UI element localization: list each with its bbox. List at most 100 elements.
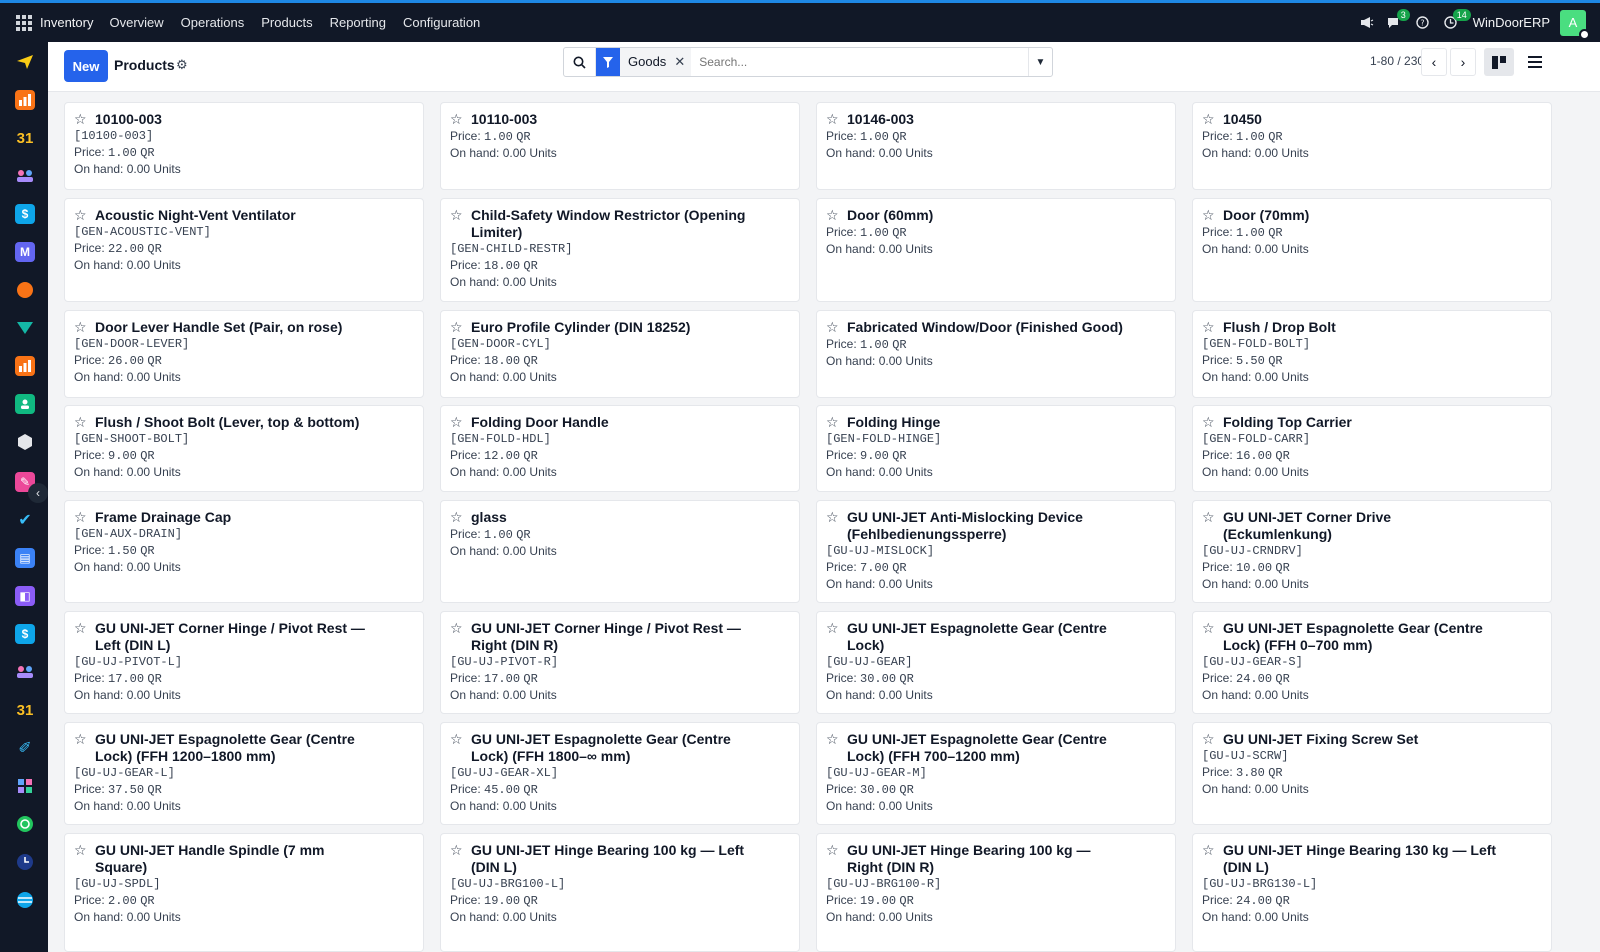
pager-next-icon[interactable]: ›: [1450, 48, 1476, 76]
star-icon[interactable]: ☆: [74, 414, 95, 431]
calendar-2-icon[interactable]: 31: [15, 700, 35, 720]
knowledge-icon[interactable]: ▤: [15, 548, 35, 568]
product-card[interactable]: ☆ Folding Top Carrier [GEN-FOLD-CARR] Price…: [1192, 405, 1552, 492]
star-icon[interactable]: ☆: [74, 731, 95, 748]
menu-operations[interactable]: Operations: [181, 15, 245, 30]
star-icon[interactable]: ☆: [74, 842, 95, 859]
star-icon[interactable]: ☆: [826, 509, 847, 526]
star-icon[interactable]: ☆: [1202, 842, 1223, 859]
sidebar-collapse-icon[interactable]: ‹: [28, 483, 48, 503]
search-options-chevron-down-icon[interactable]: ▼: [1028, 48, 1052, 76]
product-card[interactable]: ☆ glass Price: 1.00 QR On hand: 0.00 Units: [440, 500, 800, 603]
star-icon[interactable]: ☆: [74, 319, 95, 336]
star-icon[interactable]: ☆: [826, 842, 847, 859]
star-icon[interactable]: ☆: [826, 620, 847, 637]
product-card[interactable]: ☆ Child-Safety Window Restrictor (Opening…: [440, 198, 800, 302]
star-icon[interactable]: ☆: [1202, 319, 1223, 336]
star-icon[interactable]: ☆: [74, 207, 95, 224]
website-icon[interactable]: [15, 890, 35, 910]
list-view-icon[interactable]: [1520, 48, 1550, 76]
company-switcher[interactable]: WinDoorERP: [1473, 15, 1550, 30]
discuss-icon[interactable]: [15, 280, 35, 300]
product-card[interactable]: ☆ GU UNI-JET Espagnolette Gear (Centre Lo…: [1192, 611, 1552, 714]
search-icon[interactable]: [564, 48, 596, 76]
menu-configuration[interactable]: Configuration: [403, 15, 480, 30]
inventory-app-icon[interactable]: [15, 432, 35, 452]
star-icon[interactable]: ☆: [450, 509, 471, 526]
clock-icon[interactable]: 14: [1437, 3, 1471, 42]
product-card[interactable]: ☆ Folding Door Handle [GEN-FOLD-HDL] Price:…: [440, 405, 800, 492]
star-icon[interactable]: ☆: [450, 111, 471, 128]
star-icon[interactable]: ☆: [74, 620, 95, 637]
help-icon[interactable]: ?: [1409, 3, 1437, 42]
contacts-icon[interactable]: [15, 394, 35, 414]
menu-products[interactable]: Products: [261, 15, 312, 30]
employees-icon[interactable]: [15, 662, 35, 682]
star-icon[interactable]: ☆: [450, 731, 471, 748]
chat-icon[interactable]: 3: [1381, 3, 1410, 42]
star-icon[interactable]: ☆: [450, 207, 471, 224]
user-avatar[interactable]: A: [1560, 9, 1590, 40]
product-card[interactable]: ☆ GU UNI-JET Hinge Bearing 100 kg — Right…: [816, 833, 1176, 952]
pager-value[interactable]: 1-80 / 230: [1370, 54, 1424, 68]
send-icon[interactable]: [15, 52, 35, 72]
product-card[interactable]: ☆ 10100-003 [10100-003] Price: 1.00 QR On ha…: [64, 102, 424, 190]
product-card[interactable]: ☆ 10146-003 Price: 1.00 QR On hand: 0.00 Un…: [816, 102, 1176, 190]
gear-icon[interactable]: ⚙: [176, 57, 188, 73]
product-card[interactable]: ☆ 10450 Price: 1.00 QR On hand: 0.00 Units: [1192, 102, 1552, 190]
product-card[interactable]: ☆ GU UNI-JET Corner Hinge / Pivot Rest — …: [64, 611, 424, 714]
star-icon[interactable]: ☆: [1202, 111, 1223, 128]
star-icon[interactable]: ☆: [826, 111, 847, 128]
product-card[interactable]: ☆ Acoustic Night-Vent Ventilator [GEN-ACOU…: [64, 198, 424, 302]
product-card[interactable]: ☆ Fabricated Window/Door (Finished Good) P…: [816, 310, 1176, 398]
star-icon[interactable]: ☆: [450, 414, 471, 431]
product-card[interactable]: ☆ GU UNI-JET Hinge Bearing 100 kg — Left …: [440, 833, 800, 952]
new-button[interactable]: New: [64, 50, 108, 82]
product-card[interactable]: ☆ Door (60mm) Price: 1.00 QR On hand: 0.00 …: [816, 198, 1176, 302]
star-icon[interactable]: ☆: [1202, 509, 1223, 526]
kanban-view-icon[interactable]: [1484, 48, 1514, 76]
product-card[interactable]: ☆ GU UNI-JET Fixing Screw Set [GU-UJ-SCRW]…: [1192, 722, 1552, 825]
product-card[interactable]: ☆ Frame Drainage Cap [GEN-AUX-DRAIN] Price:…: [64, 500, 424, 603]
product-card[interactable]: ☆ Door Lever Handle Set (Pair, on rose) [G…: [64, 310, 424, 398]
product-card[interactable]: ☆ GU UNI-JET Corner Hinge / Pivot Rest — …: [440, 611, 800, 714]
star-icon[interactable]: ☆: [1202, 620, 1223, 637]
sign-icon[interactable]: ✐: [15, 738, 35, 758]
product-card[interactable]: ☆ GU UNI-JET Anti-Mislocking Device (Fehl…: [816, 500, 1176, 603]
product-card[interactable]: ☆ Flush / Drop Bolt [GEN-FOLD-BOLT] Price: …: [1192, 310, 1552, 398]
star-icon[interactable]: ☆: [1202, 207, 1223, 224]
search-input[interactable]: [691, 55, 1028, 69]
star-icon[interactable]: ☆: [826, 207, 847, 224]
accounting-icon[interactable]: $: [15, 624, 35, 644]
product-card[interactable]: ☆ GU UNI-JET Espagnolette Gear (Centre Lo…: [816, 722, 1176, 825]
timer-icon[interactable]: [15, 852, 35, 872]
product-card[interactable]: ☆ GU UNI-JET Espagnolette Gear (Centre Lo…: [64, 722, 424, 825]
product-card[interactable]: ☆ GU UNI-JET Handle Spindle (7 mm Square)…: [64, 833, 424, 952]
remove-facet-icon[interactable]: ✕: [674, 48, 692, 76]
star-icon[interactable]: ☆: [1202, 731, 1223, 748]
product-card[interactable]: ☆ Flush / Shoot Bolt (Lever, top & bottom…: [64, 405, 424, 492]
product-card[interactable]: ☆ Door (70mm) Price: 1.00 QR On hand: 0.00 …: [1192, 198, 1552, 302]
whatsapp-icon[interactable]: [15, 814, 35, 834]
star-icon[interactable]: ☆: [826, 414, 847, 431]
star-icon[interactable]: ☆: [450, 842, 471, 859]
app-name[interactable]: Inventory: [40, 15, 93, 30]
star-icon[interactable]: ☆: [1202, 414, 1223, 431]
invoice-icon[interactable]: $: [15, 204, 35, 224]
product-card[interactable]: ☆ GU UNI-JET Espagnolette Gear (Centre Lo…: [440, 722, 800, 825]
pager-previous-icon[interactable]: ‹: [1421, 48, 1447, 76]
planning-icon[interactable]: [15, 318, 35, 338]
star-icon[interactable]: ☆: [74, 111, 95, 128]
calendar-icon[interactable]: 31: [15, 128, 35, 148]
product-card[interactable]: ☆ Euro Profile Cylinder (DIN 18252) [GEN-D…: [440, 310, 800, 398]
package-icon[interactable]: ◧: [15, 586, 35, 606]
product-card[interactable]: ☆ 10110-003 Price: 1.00 QR On hand: 0.00 Un…: [440, 102, 800, 190]
tasks-icon[interactable]: ✔: [15, 510, 35, 530]
mail-app-icon[interactable]: M: [15, 242, 35, 262]
product-card[interactable]: ☆ GU UNI-JET Espagnolette Gear (Centre Lo…: [816, 611, 1176, 714]
star-icon[interactable]: ☆: [826, 319, 847, 336]
reporting-app-icon[interactable]: [15, 356, 35, 376]
chart-app-icon[interactable]: [15, 90, 35, 110]
star-icon[interactable]: ☆: [450, 620, 471, 637]
product-card[interactable]: ☆ Folding Hinge [GEN-FOLD-HINGE] Price: 9.0…: [816, 405, 1176, 492]
